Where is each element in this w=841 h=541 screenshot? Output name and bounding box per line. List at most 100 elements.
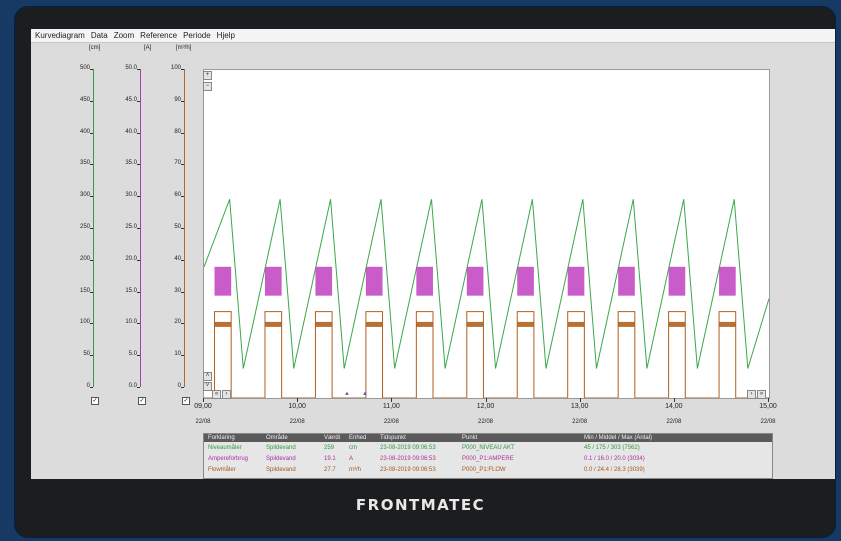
legend-col-omrade: Område — [266, 435, 288, 441]
axis-tick-mark — [90, 228, 93, 229]
menu-zoom[interactable]: Zoom — [114, 31, 134, 40]
scroll-down-icon[interactable]: ˅ — [203, 382, 212, 391]
menu-hjelp[interactable]: Hjelp — [217, 31, 235, 40]
x-tick-date: 22/08 — [666, 419, 682, 425]
axis-tick-label-flow: 50 — [174, 224, 181, 230]
axis-tick-label-flow: 40 — [174, 255, 181, 262]
axis-tick-label-flow: 90 — [174, 96, 181, 103]
flow-pulse-band — [365, 321, 383, 327]
event-marker: ▲ — [362, 391, 368, 397]
flow-pulse-band — [466, 321, 484, 327]
x-tick-label: 10,00 — [288, 403, 306, 410]
zoom-in-icon[interactable]: + — [203, 71, 212, 80]
flow-pulse-band — [315, 321, 333, 327]
axis-tick-mark — [90, 100, 93, 102]
x-tick-label: 12,00 — [476, 403, 495, 410]
scroll-up-icon[interactable]: ˄ — [203, 372, 212, 381]
legend-cell-unit: A — [349, 456, 354, 462]
menu-reference[interactable]: Reference — [140, 31, 177, 40]
x-tick-mark — [768, 398, 769, 402]
legend-row[interactable]: Niveaumåler Spildevand 259 cm 23-08-2019 09:… — [204, 444, 772, 452]
axis-line-cm — [93, 69, 94, 387]
axis-tick-label-flow: 20 — [174, 319, 181, 326]
menu-periode[interactable]: Periode — [183, 31, 211, 40]
ampere-pulse-band — [264, 266, 282, 296]
axis-tick-mark — [90, 387, 93, 388]
flow-pulse-band — [517, 321, 534, 327]
axis-tick-label-flow: 100 — [170, 65, 181, 71]
ampere-pulse-band — [668, 266, 686, 296]
axis-line-flow — [184, 69, 185, 387]
scroll-left-icon[interactable]: ‹ — [222, 390, 231, 399]
axis-ampere-checkbox[interactable]: ✓ — [138, 397, 146, 405]
axis-tick-label-flow: 10 — [174, 351, 181, 358]
scroll-last-icon[interactable]: » — [757, 390, 766, 399]
x-tick-mark — [485, 398, 487, 402]
axis-tick-mark — [137, 259, 140, 261]
legend-cell-label: Ampereforbrug — [208, 456, 249, 462]
axis-tick-label-ampere: 35.0 — [125, 160, 137, 167]
axis-tick-mark — [181, 69, 184, 70]
axis-tick-mark — [137, 355, 140, 357]
axis-tick-label-flow: 70 — [174, 160, 181, 167]
axis-cm-checkbox[interactable]: ✓ — [91, 397, 99, 405]
axis-tick-mark — [181, 387, 184, 388]
axis-tick-label-cm: 50 — [83, 351, 90, 358]
scroll-right-icon[interactable]: › — [747, 390, 756, 399]
legend-cell-time: 23-08-2019 09:06:53 — [380, 467, 436, 473]
flow-pulse-band — [668, 321, 686, 327]
legend-row[interactable]: Ampereforbrug Spildevand 19.1 A 23-08-2019 0… — [204, 455, 772, 463]
legend-cell-area: Spildevand — [266, 467, 296, 473]
flow-pulse-band — [618, 321, 635, 327]
axis-tick-label-flow: 80 — [174, 128, 181, 135]
axis-tick-mark — [90, 323, 93, 325]
x-tick-date: 22/08 — [760, 419, 776, 425]
legend-cell-value: 27.7 — [324, 467, 336, 473]
x-tick-mark — [673, 398, 675, 402]
axis-tick-label-cm: 500 — [79, 65, 90, 71]
legend-cell-unit: m³/h — [349, 467, 361, 473]
menu-data[interactable]: Data — [91, 31, 108, 40]
axis-tick-mark — [181, 355, 184, 357]
legend-col-vaerdi: Værdi — [324, 435, 341, 441]
axis-tick-label-ampere: 45.0 — [125, 96, 137, 103]
flow-pulse-band — [214, 321, 232, 327]
axis-tick-mark — [137, 69, 140, 70]
ampere-pulse-band — [517, 266, 534, 296]
legend-cell-unit: cm — [349, 445, 357, 451]
app-window: Kurvediagram Data Zoom Reference Periode… — [31, 29, 835, 479]
legend-col-forklaring: Forklaring — [208, 435, 235, 441]
legend-col-punkt: Punkt — [462, 435, 478, 441]
legend-cell-stats: 45 / 175 / 303 (7562) — [584, 445, 640, 451]
axis-tick-mark — [137, 100, 140, 102]
axis-tick-label-ampere: 0.0 — [128, 383, 137, 389]
flow-pulse-band — [264, 321, 282, 327]
axis-tick-label-cm: 100 — [79, 319, 90, 326]
legend-cell-value: 259 — [324, 445, 335, 451]
axis-tick-label-flow: 60 — [174, 192, 181, 199]
scroll-first-icon[interactable]: « — [212, 390, 221, 399]
x-tick-mark — [297, 398, 299, 402]
menu-bar: Kurvediagram Data Zoom Reference Periode… — [31, 29, 835, 43]
legend-cell-time: 23-08-2019 09:06:53 — [380, 456, 436, 462]
x-tick-mark — [203, 398, 204, 402]
axis-tick-mark — [90, 69, 93, 70]
zoom-out-icon[interactable]: − — [203, 82, 212, 91]
legend-row[interactable]: Flowmåler Spildevand 27.7 m³/h 23-08-2019 09… — [204, 466, 772, 474]
axis-tick-mark — [181, 291, 184, 293]
flow-pulse-band — [719, 321, 736, 327]
legend-cell-label: Niveaumåler — [208, 445, 242, 451]
axis-tick-label-ampere: 15.0 — [125, 287, 137, 294]
axis-tick-mark — [181, 164, 184, 166]
legend-col-enhed: Enhed — [349, 435, 367, 441]
axis-tick-mark — [90, 196, 93, 198]
chart-plot-area[interactable]: ▲ ▲ + − ˄ ˅ « ‹ › » — [203, 69, 770, 399]
menu-kurvediagram[interactable]: Kurvediagram — [35, 31, 85, 40]
axis-tick-label-cm: 200 — [79, 255, 90, 262]
ampere-pulse-band — [315, 266, 333, 296]
axis-tick-mark — [90, 355, 93, 357]
axis-tick-mark — [90, 164, 93, 166]
axis-tick-mark — [181, 132, 184, 134]
axis-tick-label-ampere: 30.0 — [125, 192, 137, 199]
axis-tick-mark — [90, 259, 93, 261]
